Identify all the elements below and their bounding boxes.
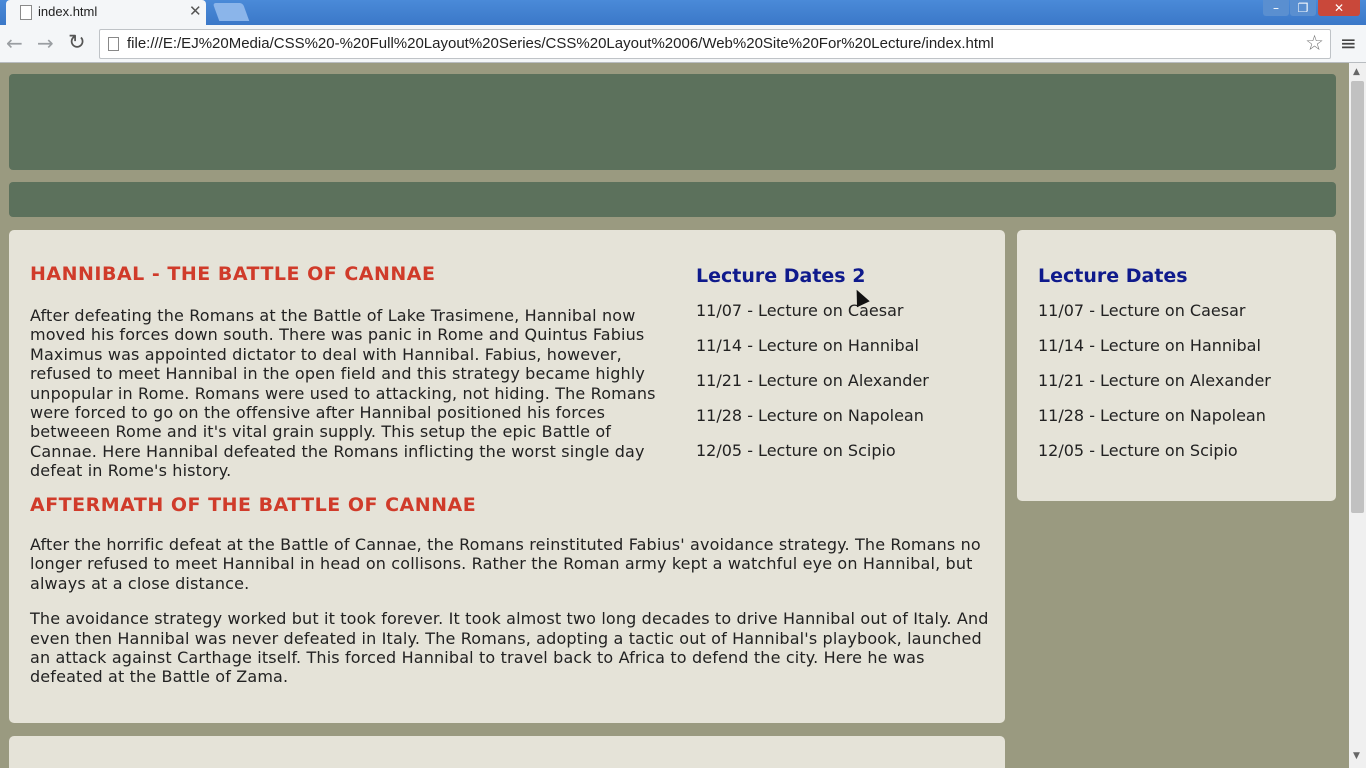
scrollbar-thumb[interactable] (1351, 81, 1364, 513)
inner-lecture-dates: Lecture Dates 2 11/07 - Lecture on Caesa… (696, 265, 929, 461)
article-paragraph: After defeating the Romans at the Battle… (30, 306, 656, 481)
maximize-button[interactable]: ❐ (1290, 0, 1316, 16)
scroll-down-icon[interactable]: ▼ (1353, 751, 1360, 761)
lecture-item: 11/21 - Lecture on Alexander (1038, 371, 1271, 390)
lecture-item: 11/07 - Lecture on Caesar (1038, 301, 1246, 320)
bookmark-star-icon[interactable]: ☆ (1305, 31, 1324, 55)
sidebar-lecture-title: Lecture Dates (1038, 265, 1188, 287)
lecture-item: 12/05 - Lecture on Scipio (1038, 441, 1238, 460)
scroll-up-icon[interactable]: ▲ (1353, 67, 1360, 77)
article-section: HANNIBAL - THE BATTLE OF CANNAE After de… (30, 263, 670, 481)
lecture-item: 11/28 - Lecture on Napolean (1038, 406, 1266, 425)
article-heading: HANNIBAL - THE BATTLE OF CANNAE (30, 263, 436, 285)
minimize-button[interactable]: – (1263, 0, 1289, 16)
aftermath-section: AFTERMATH OF THE BATTLE OF CANNAE After … (30, 494, 990, 687)
page-header (9, 74, 1336, 170)
page-icon (20, 5, 32, 20)
address-bar[interactable]: file:///E:/EJ%20Media/CSS%20-%20Full%20L… (99, 29, 1331, 59)
page-viewport: HANNIBAL - THE BATTLE OF CANNAE After de… (0, 63, 1349, 768)
url-text[interactable]: file:///E:/EJ%20Media/CSS%20-%20Full%20L… (127, 35, 994, 52)
lecture-item: 11/21 - Lecture on Alexander (696, 371, 929, 390)
sidebar-panel: Lecture Dates 11/07 - Lecture on Caesar … (1017, 230, 1336, 501)
lecture-item: 12/05 - Lecture on Scipio (696, 441, 896, 460)
close-tab-icon[interactable]: ✕ (189, 2, 202, 20)
lecture-item: 11/14 - Lecture on Hannibal (696, 336, 919, 355)
page-navbar (9, 182, 1336, 217)
back-arrow-icon[interactable]: ← (6, 31, 23, 55)
bottom-content-panel (9, 736, 1005, 768)
inner-lecture-title: Lecture Dates 2 (696, 265, 866, 287)
sidebar-lecture-dates: Lecture Dates 11/07 - Lecture on Caesar … (1038, 265, 1271, 461)
vertical-scrollbar[interactable]: ▲ ▼ (1349, 63, 1366, 768)
new-tab-button[interactable] (212, 3, 250, 21)
browser-toolbar: ← → ↻ file:///E:/EJ%20Media/CSS%20-%20Fu… (0, 25, 1366, 63)
lecture-item: 11/28 - Lecture on Napolean (696, 406, 924, 425)
tab-title: index.html (38, 4, 98, 19)
aftermath-paragraph: The avoidance strategy worked but it too… (30, 609, 989, 687)
aftermath-heading: AFTERMATH OF THE BATTLE OF CANNAE (30, 494, 477, 516)
aftermath-paragraph: After the horrific defeat at the Battle … (30, 535, 981, 593)
lecture-item: 11/07 - Lecture on Caesar (696, 301, 904, 320)
close-window-button[interactable]: ✕ (1318, 0, 1360, 16)
lecture-item: 11/14 - Lecture on Hannibal (1038, 336, 1261, 355)
file-icon (108, 37, 119, 51)
reload-icon[interactable]: ↻ (68, 30, 86, 54)
browser-titlebar: index.html ✕ – ❐ ✕ (0, 0, 1366, 25)
menu-icon[interactable]: ≡ (1340, 31, 1357, 55)
forward-arrow-icon[interactable]: → (37, 31, 54, 55)
browser-tab[interactable]: index.html ✕ (6, 0, 206, 25)
